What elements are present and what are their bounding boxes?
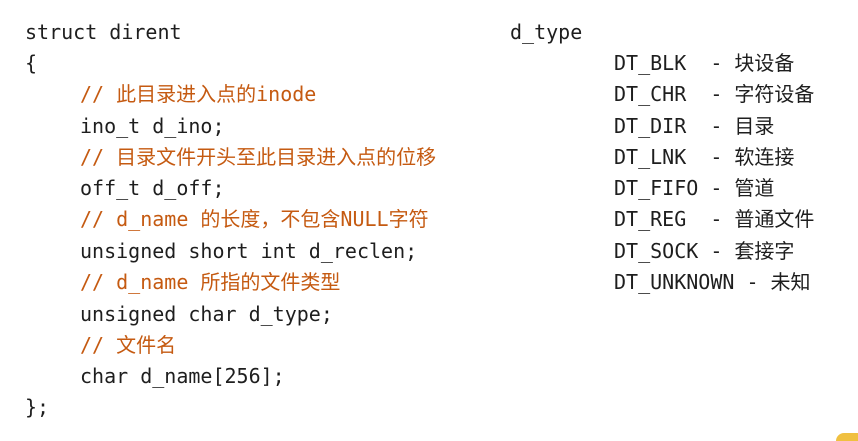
- comment-reclen: // d_name 的长度，不包含NULL字符: [80, 207, 429, 231]
- type-entry-chr: DT_CHR - 字符设备: [614, 82, 815, 106]
- type-entry-reg: DT_REG - 普通文件: [614, 207, 815, 231]
- field-d-type: unsigned char d_type;: [80, 302, 333, 326]
- field-d-reclen: unsigned short int d_reclen;: [80, 239, 418, 263]
- field-d-ino: ino_t d_ino;: [80, 114, 225, 138]
- comment-offset: // 目录文件开头至此目录进入点的位移: [80, 145, 437, 169]
- d-type-header: d_type: [510, 20, 583, 44]
- field-d-name: char d_name[256];: [80, 364, 285, 388]
- type-entry-unknown: DT_UNKNOWN - 未知: [614, 270, 811, 294]
- comment-inode: // 此目录进入点的inode: [80, 82, 317, 106]
- corner-accent-shape: [836, 433, 858, 441]
- close-brace: };: [25, 395, 50, 419]
- type-entry-blk: DT_BLK - 块设备: [614, 51, 795, 75]
- struct-declaration: struct dirent: [25, 20, 182, 44]
- type-entry-lnk: DT_LNK - 软连接: [614, 145, 795, 169]
- comment-filename: // 文件名: [80, 333, 177, 357]
- type-entry-sock: DT_SOCK - 套接字: [614, 239, 795, 263]
- type-entry-fifo: DT_FIFO - 管道: [614, 176, 775, 200]
- open-brace: {: [25, 51, 38, 75]
- type-entry-dir: DT_DIR - 目录: [614, 114, 775, 138]
- comment-type: // d_name 所指的文件类型: [80, 270, 341, 294]
- field-d-off: off_t d_off;: [80, 176, 225, 200]
